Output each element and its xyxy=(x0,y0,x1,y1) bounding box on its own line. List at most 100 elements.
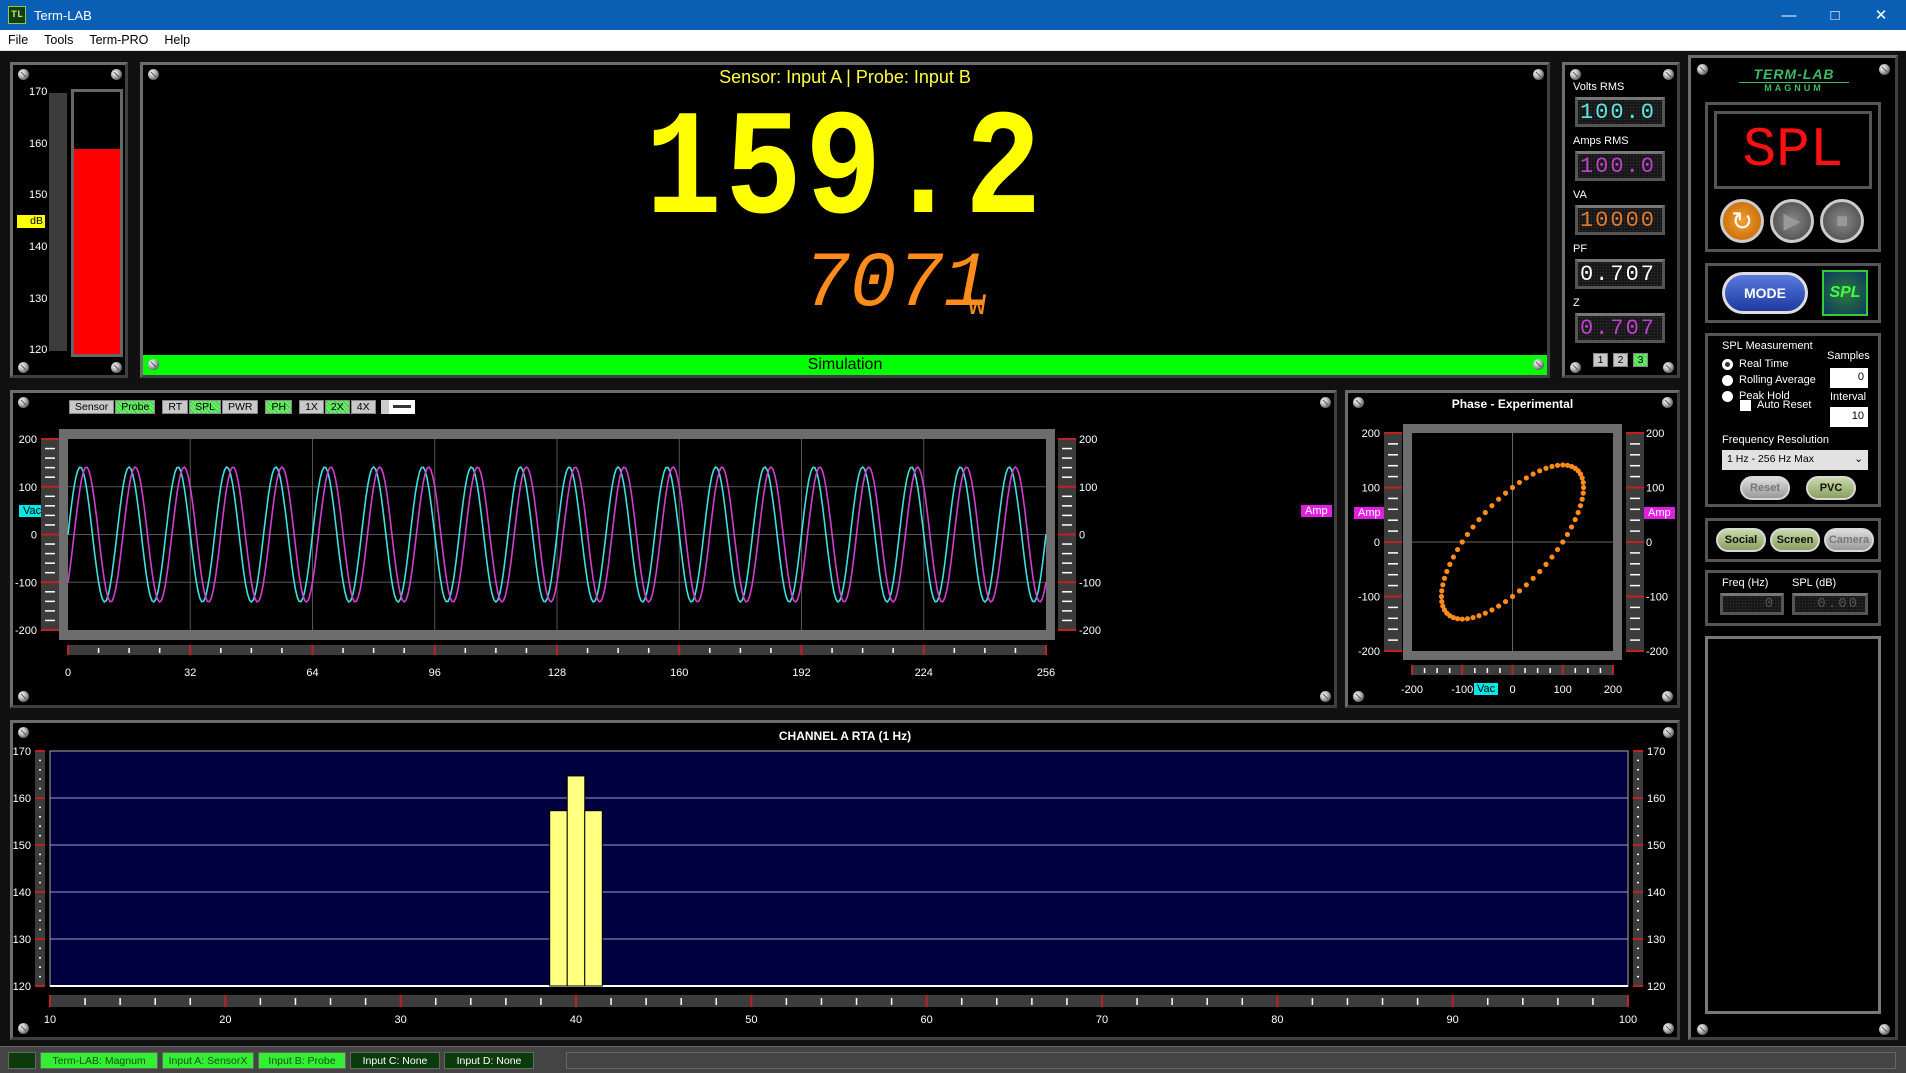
lissajous-point xyxy=(1441,575,1448,581)
lissajous-point xyxy=(1580,479,1586,486)
menu-help[interactable]: Help xyxy=(156,33,198,47)
readout-value: 100.0 xyxy=(1575,151,1665,181)
power-unit: W xyxy=(968,290,987,324)
menu-tools[interactable]: Tools xyxy=(36,33,81,47)
menu-file[interactable]: File xyxy=(0,33,36,47)
lissajous-point xyxy=(1439,598,1445,605)
close-button[interactable]: ✕ xyxy=(1858,0,1904,30)
measurement-radio[interactable]: Rolling Average xyxy=(1722,372,1816,388)
reset-transport-button[interactable]: ↻ xyxy=(1720,199,1764,243)
tick-label: 192 xyxy=(792,667,810,679)
mode-display: SPL xyxy=(1714,111,1872,189)
lissajous-point xyxy=(1530,575,1536,581)
lissajous-point xyxy=(1560,539,1566,545)
screw-icon xyxy=(18,69,29,80)
tick-label: -200 xyxy=(15,625,37,637)
tick-label: -100 xyxy=(15,577,37,589)
tick-label: 140 xyxy=(1647,887,1665,899)
lissajous-point xyxy=(1482,610,1488,616)
status-cell xyxy=(8,1052,36,1069)
tick-label: 224 xyxy=(915,667,933,679)
status-cell: Input A: SensorX xyxy=(162,1052,254,1069)
lissajous-point xyxy=(1496,603,1502,609)
readout-label: Z xyxy=(1573,297,1580,309)
tick-label: 130 xyxy=(13,934,31,946)
tick-label: 160 xyxy=(1647,793,1665,805)
refresh-icon: ↻ xyxy=(1731,206,1753,236)
page-selector: 1 2 3 xyxy=(1593,353,1649,367)
screw-icon xyxy=(111,362,122,373)
auto-reset-checkbox[interactable]: Auto Reset xyxy=(1740,399,1811,411)
lissajous-point xyxy=(1516,588,1523,594)
maximize-button[interactable]: □ xyxy=(1812,0,1858,30)
menu-bar: File Tools Term-PRO Help xyxy=(0,30,1906,51)
tick-label: 70 xyxy=(1096,1014,1108,1026)
axis-scale xyxy=(50,995,1628,1007)
page-1-button[interactable]: 1 xyxy=(1593,353,1608,367)
axis-scale xyxy=(1633,751,1643,986)
scale-label: 130 xyxy=(29,293,48,305)
camera-button[interactable]: Camera xyxy=(1824,528,1874,552)
lissajous-point xyxy=(1554,462,1561,468)
tick-label: 10 xyxy=(44,1014,56,1026)
radio-label: Real Time xyxy=(1739,358,1789,370)
radio-circle[interactable] xyxy=(1722,358,1733,370)
interval-input[interactable]: 10 xyxy=(1830,407,1868,427)
page-2-button[interactable]: 2 xyxy=(1613,353,1628,367)
screen-button[interactable]: Screen xyxy=(1770,528,1820,552)
share-box: Social Screen Camera xyxy=(1705,518,1881,562)
spl-mode-badge[interactable]: SPL xyxy=(1822,270,1868,316)
tick-label: 80 xyxy=(1271,1014,1283,1026)
status-message xyxy=(566,1052,1896,1069)
lissajous-point xyxy=(1509,484,1516,491)
readout-label: Amps RMS xyxy=(1573,135,1629,147)
radio-circle[interactable] xyxy=(1722,390,1733,402)
tick-label: 200 xyxy=(19,434,37,446)
readout-value: 0.707 xyxy=(1575,259,1665,289)
screw-icon xyxy=(1697,1024,1708,1035)
phase-panel: Phase - Experimental Amp Amp Vac 200 100 0… xyxy=(1345,390,1680,708)
checkbox[interactable] xyxy=(1740,399,1751,411)
mode-box: MODE SPL xyxy=(1705,263,1881,323)
lissajous-point xyxy=(1454,616,1461,622)
screw-icon xyxy=(111,69,122,80)
reset-button[interactable]: Reset xyxy=(1740,476,1790,500)
logo-bottom: MAGNUM xyxy=(1739,82,1849,93)
tick-label: 90 xyxy=(1447,1014,1459,1026)
measurement-radio[interactable]: Real Time xyxy=(1722,356,1816,372)
play-button[interactable]: ▶ xyxy=(1770,199,1814,243)
stop-button[interactable]: ■ xyxy=(1820,199,1864,243)
screw-icon xyxy=(1663,362,1674,373)
scale-label: 160 xyxy=(29,138,48,150)
lissajous-point xyxy=(1549,554,1555,560)
frequency-resolution-select[interactable]: 1 Hz - 256 Hz Max ⌄ xyxy=(1722,450,1868,470)
screw-icon xyxy=(1570,362,1581,373)
tick-label: -200 xyxy=(1358,646,1380,658)
lissajous-point xyxy=(1440,582,1446,588)
lissajous-point xyxy=(1464,531,1471,538)
lissajous-point xyxy=(1516,479,1523,486)
minimize-button[interactable]: — xyxy=(1766,0,1812,30)
maximize-icon: □ xyxy=(1830,6,1840,24)
pvc-button[interactable]: PVC xyxy=(1806,476,1856,500)
social-button[interactable]: Social xyxy=(1716,528,1766,552)
page-3-button[interactable]: 3 xyxy=(1633,353,1648,367)
control-panel: TERM-LAB MAGNUM SPL ↻ ▶ ■ MODE SPL SPL M… xyxy=(1688,55,1898,1040)
unit-badge: dB xyxy=(17,215,45,228)
spl-measurement-box: SPL Measurement Samples Real Time Rolling… xyxy=(1705,333,1881,507)
screw-icon xyxy=(1697,64,1708,75)
lissajous-point xyxy=(1459,539,1465,545)
samples-label: Samples xyxy=(1827,350,1870,362)
samples-input[interactable]: 0 xyxy=(1830,368,1868,388)
auto-reset-label: Auto Reset xyxy=(1757,399,1812,411)
power-readout: 7071 xyxy=(803,241,991,329)
lissajous-point xyxy=(1476,613,1482,619)
window-title: Term-LAB xyxy=(34,7,92,23)
tick-label: 64 xyxy=(306,667,318,679)
scale-label: 150 xyxy=(29,189,48,201)
mode-button[interactable]: MODE xyxy=(1722,272,1808,314)
lissajous-point xyxy=(1464,616,1471,622)
menu-term-pro[interactable]: Term-PRO xyxy=(81,33,156,47)
lissajous-point xyxy=(1482,509,1488,516)
radio-circle[interactable] xyxy=(1722,374,1733,386)
